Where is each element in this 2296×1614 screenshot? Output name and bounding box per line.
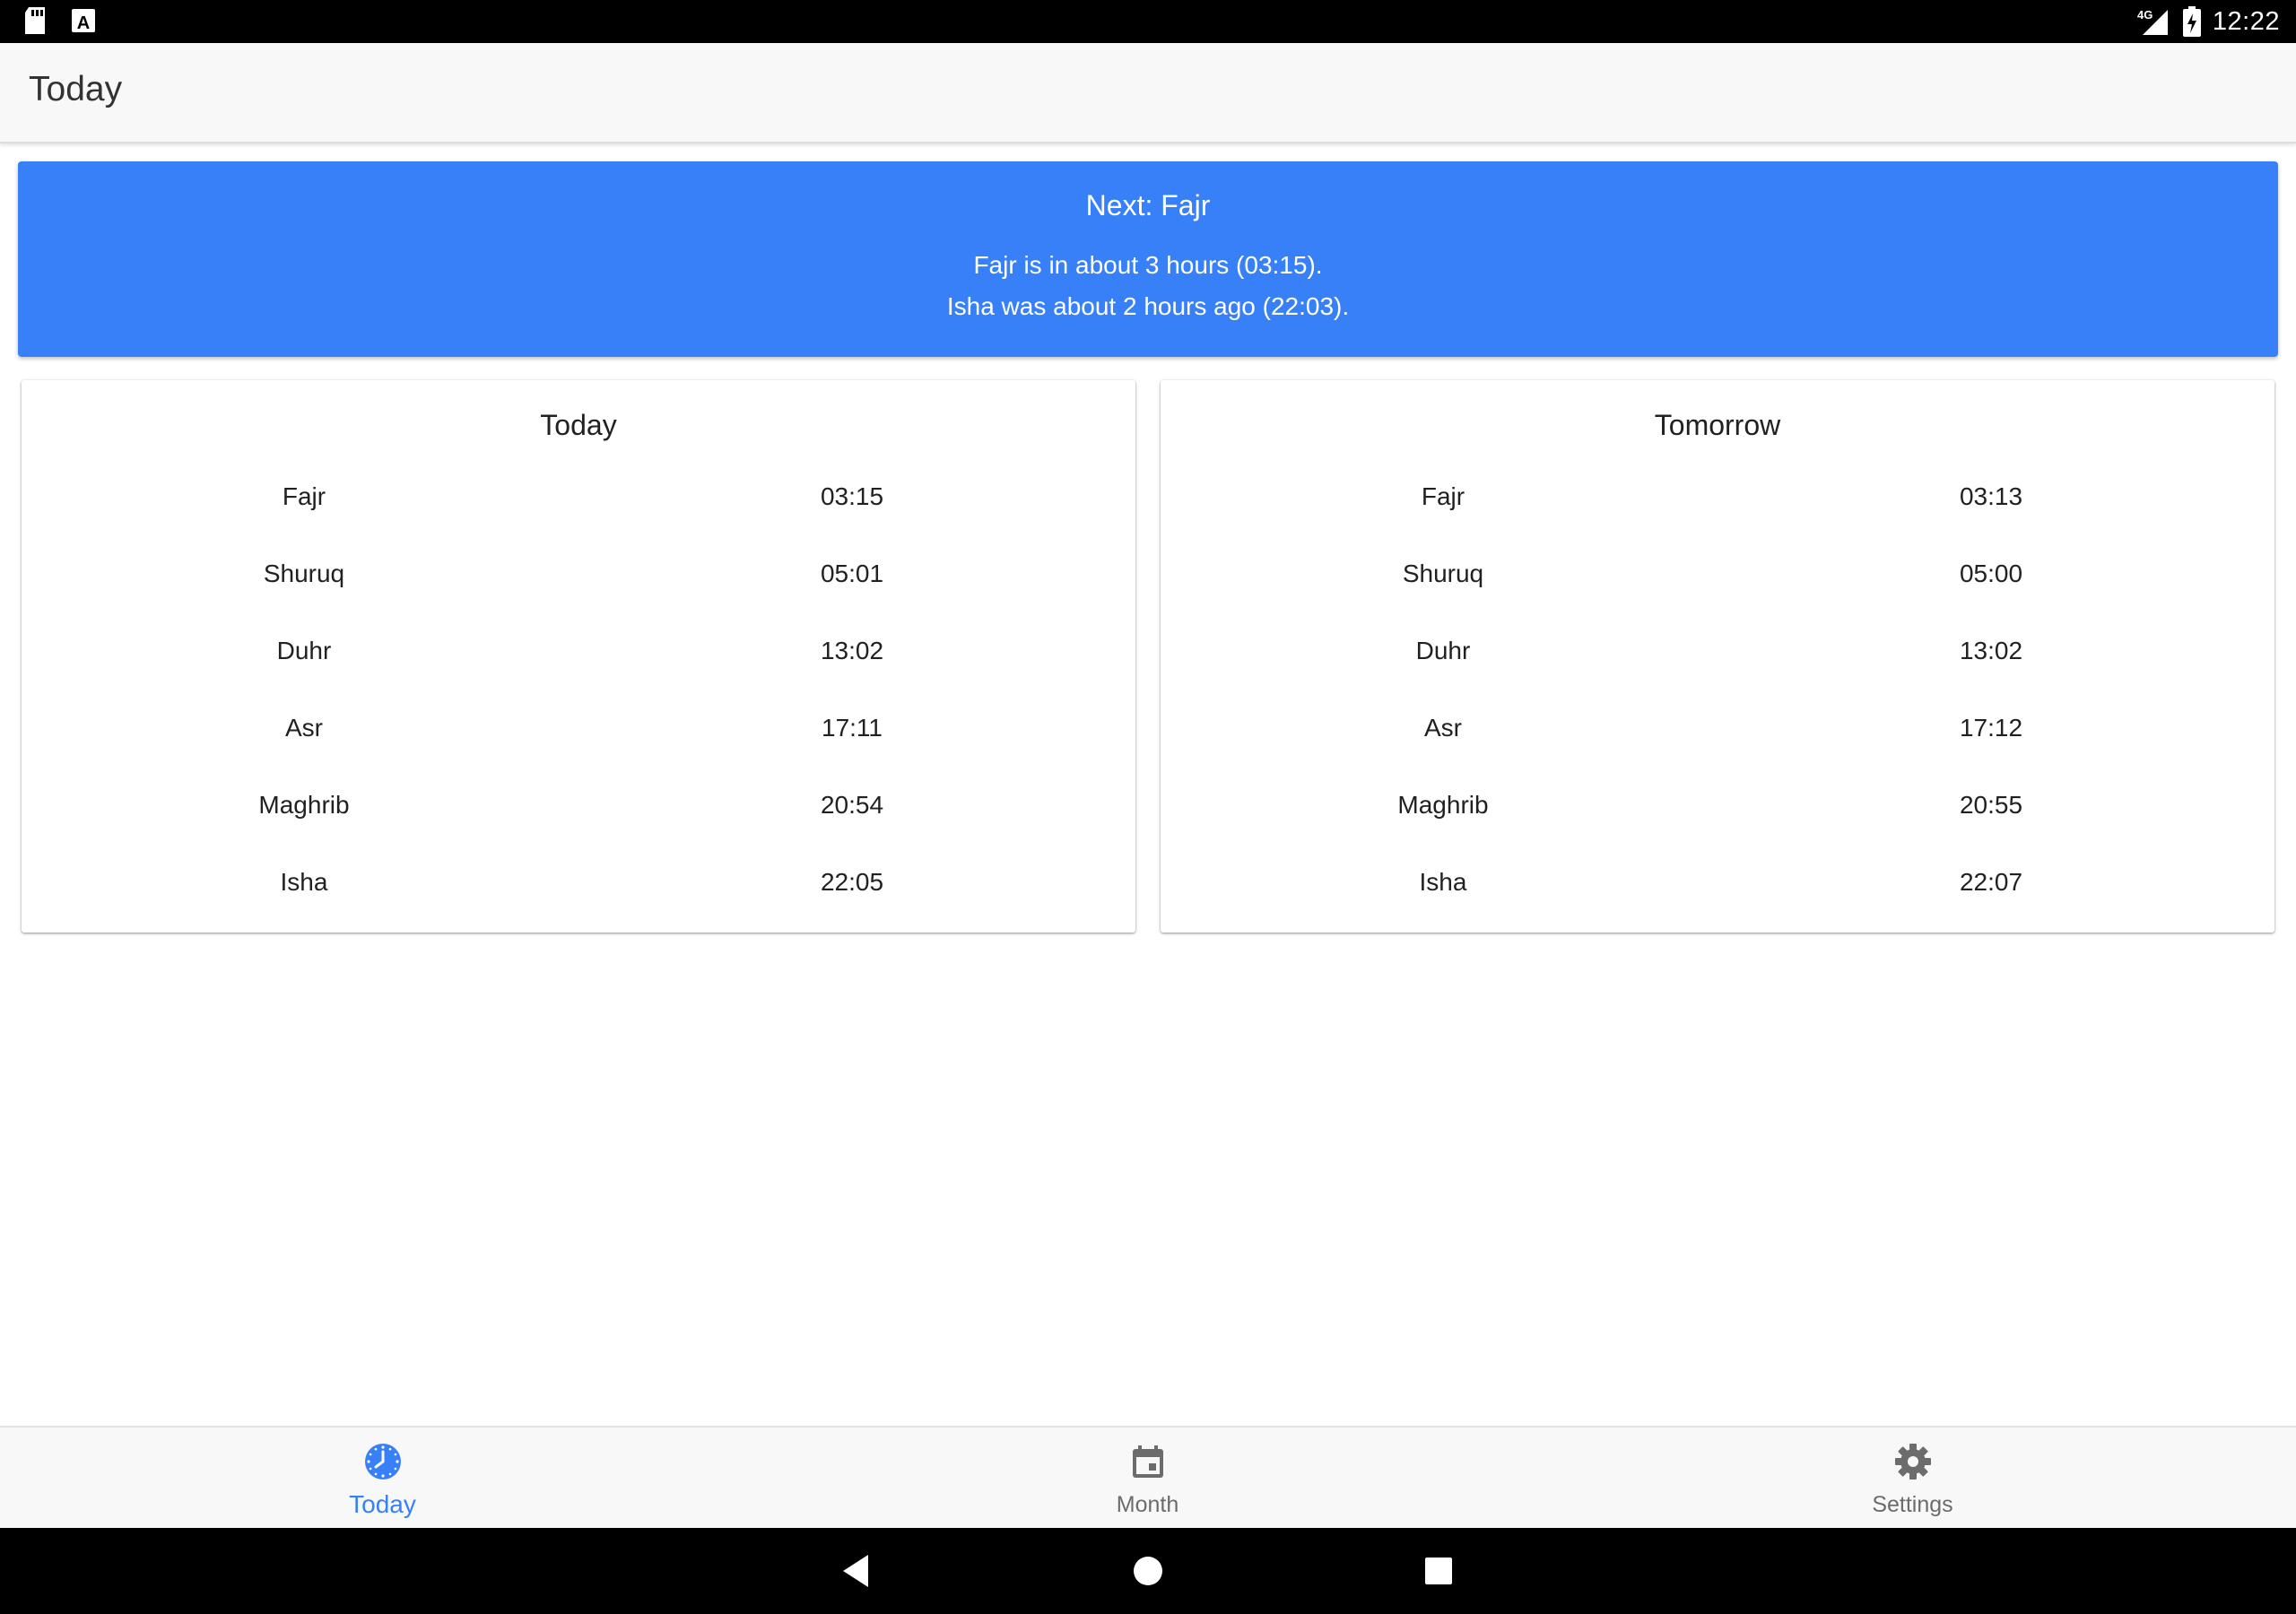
prayer-name: Duhr <box>276 637 332 664</box>
svg-text:A: A <box>77 13 90 33</box>
card-title: Today <box>540 409 617 441</box>
next-prayer-countdown: Fajr is in about 3 hours (03:15). <box>973 251 1323 279</box>
a-notification-icon: A <box>72 9 95 33</box>
prayer-time: 03:13 <box>1959 482 2023 510</box>
prayer-name: Duhr <box>1415 637 1471 664</box>
prayer-time: 17:12 <box>1959 714 2023 742</box>
prayer-time: 22:05 <box>820 868 884 896</box>
bottom-navigation: Today Month Settings <box>0 1426 2296 1528</box>
prayer-row: Fajr 03:13 <box>1161 463 2274 540</box>
prayer-row: Shuruq 05:00 <box>1161 540 2274 617</box>
home-icon[interactable] <box>1126 1549 1170 1592</box>
tab-month-label: Month <box>1116 1492 1179 1517</box>
prayer-row: Duhr 13:02 <box>1161 617 2274 694</box>
prayer-row: Maghrib 20:54 <box>22 771 1135 848</box>
back-icon[interactable] <box>836 1549 879 1592</box>
system-navigation-bar <box>0 1528 2296 1614</box>
recents-icon[interactable] <box>1417 1549 1460 1592</box>
prayer-time: 05:00 <box>1959 560 2023 587</box>
tab-settings[interactable]: Settings <box>1530 1427 2295 1530</box>
prayer-name: Asr <box>285 714 323 742</box>
prayer-name: Fajr <box>282 482 326 510</box>
prayer-row: Maghrib 20:55 <box>1161 771 2274 848</box>
prayer-row: Asr 17:12 <box>1161 694 2274 771</box>
prayer-row: Isha 22:05 <box>22 848 1135 925</box>
previous-prayer-info: Isha was about 2 hours ago (22:03). <box>946 292 1350 320</box>
calendar-icon <box>1132 1445 1163 1478</box>
prayer-row: Duhr 13:02 <box>22 617 1135 694</box>
card-title: Tomorrow <box>1654 409 1781 441</box>
page-title: Today <box>29 70 123 108</box>
today-card: Today Fajr 03:15 Shuruq 05:01 Duhr 13:02… <box>22 380 1135 933</box>
screen: A 4G 12:22 Today Next: Fajr Fajr is in a… <box>0 0 2296 1614</box>
prayer-name: Isha <box>280 868 328 896</box>
tab-month[interactable]: Month <box>765 1427 1530 1530</box>
tab-today[interactable]: Today <box>0 1427 765 1530</box>
signal-icon: 4G <box>2137 8 2168 35</box>
prayer-time: 17:11 <box>822 714 883 742</box>
prayer-time: 13:02 <box>820 637 884 664</box>
gear-icon <box>1894 1444 1931 1480</box>
sd-card-icon <box>25 7 45 34</box>
prayer-name: Fajr <box>1421 482 1465 510</box>
prayer-row: Asr 17:11 <box>22 694 1135 771</box>
prayer-name: Isha <box>1419 868 1467 896</box>
prayer-times-list: Fajr 03:15 Shuruq 05:01 Duhr 13:02 Asr 1… <box>22 463 1135 925</box>
status-clock: 12:22 <box>2212 6 2280 36</box>
prayer-time: 05:01 <box>820 560 884 587</box>
prayer-time: 13:02 <box>1959 637 2023 664</box>
status-bar: A 4G 12:22 <box>0 0 2296 43</box>
clock-icon <box>364 1444 401 1480</box>
tab-today-label: Today <box>349 1490 416 1518</box>
prayer-name: Maghrib <box>1397 791 1489 819</box>
tab-settings-label: Settings <box>1872 1492 1953 1517</box>
battery-charging-icon <box>2182 6 2201 37</box>
network-type: 4G <box>2137 8 2152 22</box>
next-prayer-heading: Next: Fajr <box>1085 189 1211 221</box>
prayer-name: Shuruq <box>1402 560 1484 587</box>
prayer-time: 20:55 <box>1959 791 2023 819</box>
app-bar: Today <box>0 43 2296 143</box>
prayer-name: Shuruq <box>263 560 345 587</box>
prayer-time: 20:54 <box>820 791 884 819</box>
prayer-time: 03:15 <box>820 482 884 510</box>
prayer-row: Fajr 03:15 <box>22 463 1135 540</box>
prayer-name: Maghrib <box>258 791 350 819</box>
prayer-time: 22:07 <box>1959 868 2023 896</box>
prayer-row: Isha 22:07 <box>1161 848 2274 925</box>
prayer-row: Shuruq 05:01 <box>22 540 1135 617</box>
prayer-name: Asr <box>1424 714 1462 742</box>
prayer-times-list: Fajr 03:13 Shuruq 05:00 Duhr 13:02 Asr 1… <box>1161 463 2274 925</box>
next-prayer-banner: Next: Fajr Fajr is in about 3 hours (03:… <box>18 161 2278 357</box>
tomorrow-card: Tomorrow Fajr 03:13 Shuruq 05:00 Duhr 13… <box>1161 380 2274 933</box>
